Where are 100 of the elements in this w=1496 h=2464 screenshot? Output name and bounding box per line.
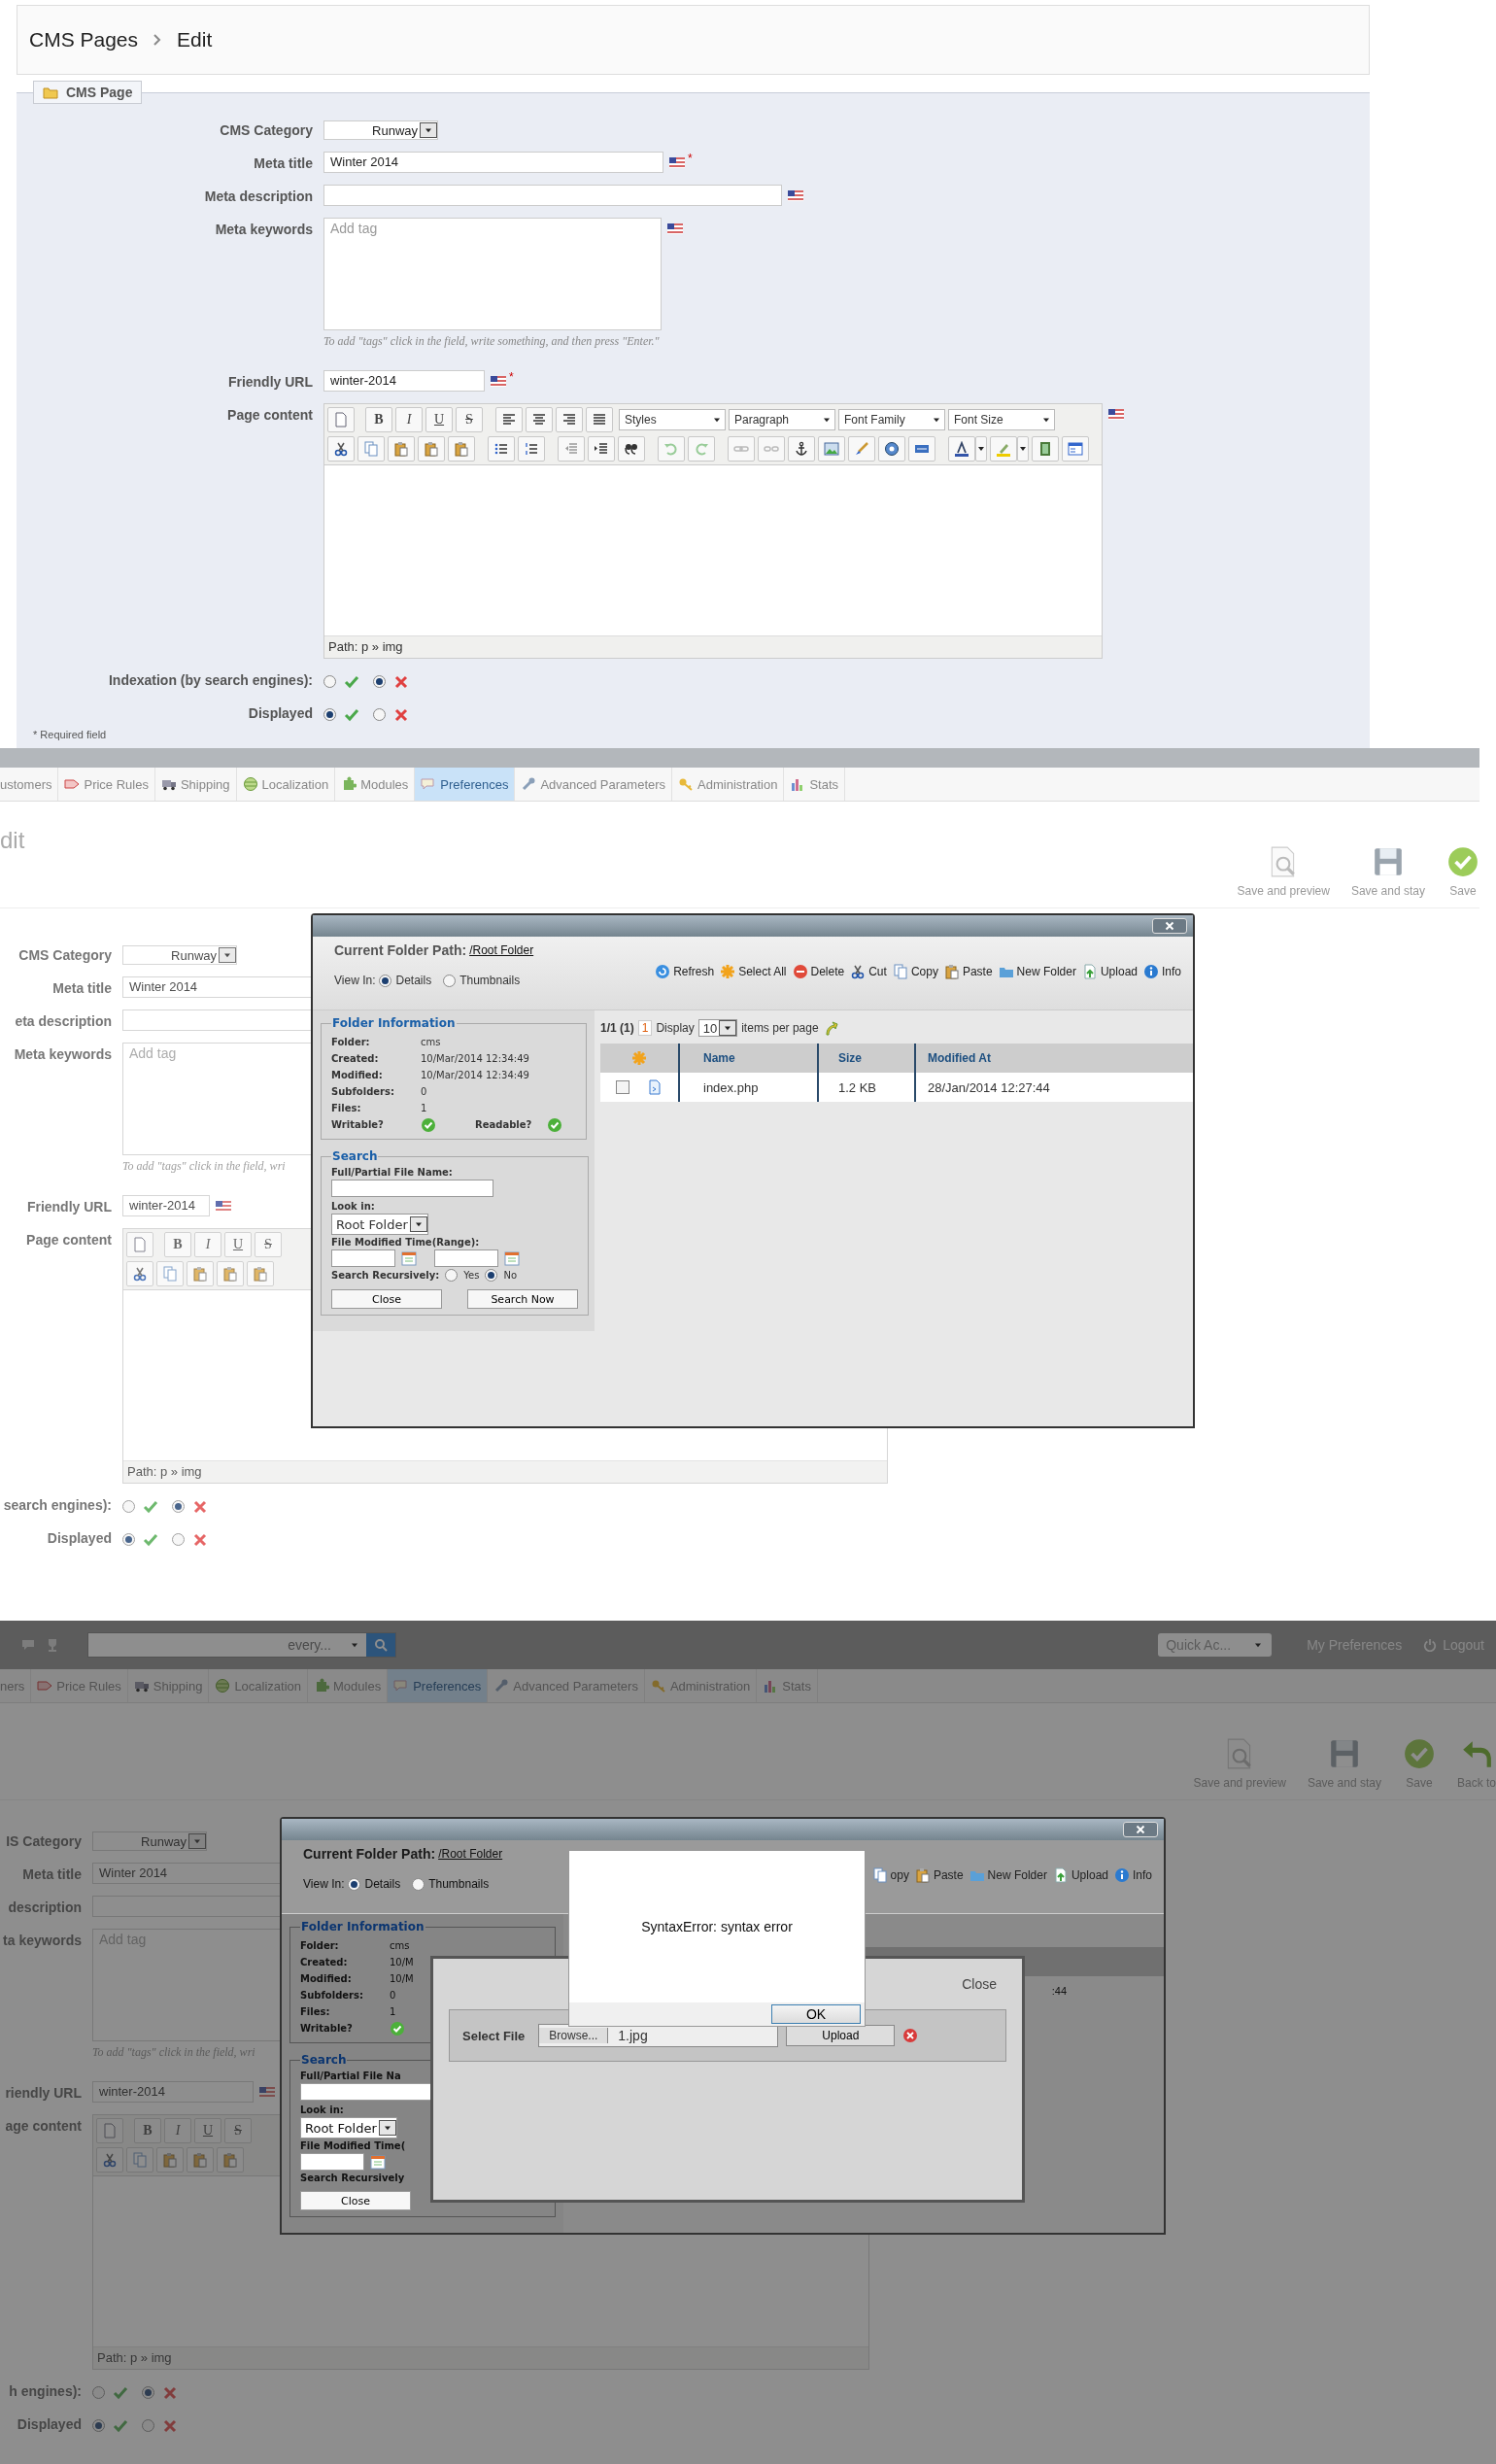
toolbar-button[interactable]: Select All bbox=[720, 964, 787, 979]
scissors-button[interactable] bbox=[327, 436, 355, 462]
italic-button[interactable]: I bbox=[395, 407, 423, 432]
text-field[interactable] bbox=[323, 185, 782, 206]
radio-button[interactable] bbox=[172, 1533, 185, 1546]
strikethrough-button[interactable]: S bbox=[456, 407, 483, 432]
format-select[interactable]: Font Size bbox=[948, 409, 1055, 430]
tags-field[interactable]: Add tag bbox=[323, 218, 662, 330]
per-page-select[interactable]: 10 bbox=[697, 1019, 738, 1037]
format-select[interactable]: Paragraph bbox=[729, 409, 835, 430]
menu-tab[interactable]: Advanced Parameters bbox=[515, 768, 673, 801]
menu-tab[interactable]: Administration bbox=[672, 768, 785, 801]
underline-button[interactable]: U bbox=[425, 407, 453, 432]
search-field[interactable]: every... bbox=[87, 1632, 396, 1658]
new-document-button[interactable] bbox=[96, 2118, 123, 2143]
align-button[interactable] bbox=[495, 407, 523, 432]
date-field[interactable] bbox=[331, 1249, 395, 1267]
menu-tab[interactable]: Stats bbox=[784, 768, 846, 801]
undo-button[interactable] bbox=[658, 436, 685, 462]
radio-button[interactable] bbox=[485, 1269, 498, 1282]
search-scope-select[interactable]: every... bbox=[288, 1637, 366, 1653]
toolbar-button[interactable]: Upload bbox=[1081, 964, 1138, 979]
toolbar-button[interactable]: Cut bbox=[850, 964, 887, 979]
radio-button[interactable] bbox=[122, 1500, 135, 1513]
toolbar-button[interactable]: Info bbox=[1114, 1867, 1152, 1883]
clipboard-button[interactable] bbox=[217, 1261, 244, 1286]
folder-select[interactable]: Root Folder bbox=[331, 1214, 428, 1235]
radio-button[interactable] bbox=[142, 2386, 154, 2399]
toolbar-button[interactable]: New Folder bbox=[998, 964, 1076, 979]
radio-button[interactable] bbox=[92, 2386, 105, 2399]
radio-button[interactable] bbox=[445, 1269, 459, 1282]
indent-button[interactable] bbox=[588, 436, 615, 462]
radio-button[interactable] bbox=[412, 1877, 425, 1891]
radio-button[interactable] bbox=[323, 708, 336, 721]
toolbar-button[interactable]: Save bbox=[1441, 845, 1479, 898]
radio-button[interactable] bbox=[348, 1877, 361, 1891]
clipboard-button[interactable] bbox=[418, 436, 445, 462]
radio-button[interactable] bbox=[443, 974, 457, 987]
upload-button[interactable]: Upload bbox=[786, 2025, 896, 2046]
bold-button[interactable]: B bbox=[365, 407, 392, 432]
radio-button[interactable] bbox=[122, 1533, 135, 1546]
menu-tab[interactable]: Shipping bbox=[154, 768, 237, 801]
date-field[interactable] bbox=[300, 2153, 364, 2171]
radio-button[interactable] bbox=[379, 974, 392, 987]
align-button[interactable] bbox=[526, 407, 553, 432]
align-button[interactable] bbox=[556, 407, 583, 432]
dropdown-button[interactable] bbox=[1017, 436, 1029, 462]
breadcrumb-item[interactable]: CMS Pages bbox=[29, 28, 139, 51]
menu-tab[interactable]: Price Rules bbox=[58, 768, 155, 801]
strikethrough-button[interactable]: S bbox=[255, 1232, 282, 1257]
new-document-button[interactable] bbox=[126, 1232, 153, 1257]
text-field[interactable]: winter-2014 bbox=[323, 370, 485, 392]
folder-path-link[interactable]: /Root Folder bbox=[438, 1847, 503, 1861]
close-button[interactable] bbox=[1123, 1822, 1158, 1837]
toolbar-button[interactable]: Upload bbox=[1052, 1867, 1108, 1883]
redo-button[interactable] bbox=[688, 436, 715, 462]
text-field[interactable]: winter-2014 bbox=[122, 1195, 210, 1216]
toolbar-button[interactable]: Refresh bbox=[655, 964, 715, 979]
clipboard-button[interactable] bbox=[187, 2147, 214, 2173]
clipboard-button[interactable] bbox=[217, 2147, 244, 2173]
scissors-button[interactable] bbox=[96, 2147, 123, 2173]
menu-tab[interactable]: Preferences bbox=[388, 1669, 489, 1702]
toolbar-button[interactable]: opy bbox=[871, 1867, 909, 1883]
toolbar-button[interactable]: Copy bbox=[892, 964, 938, 979]
clipboard-button[interactable] bbox=[448, 436, 475, 462]
radio-button[interactable] bbox=[142, 2419, 154, 2432]
menu-tab[interactable]: ustomers bbox=[0, 768, 59, 801]
list-button[interactable] bbox=[488, 436, 515, 462]
clipboard-button[interactable] bbox=[388, 436, 415, 462]
radio-button[interactable] bbox=[373, 708, 386, 721]
clipboard-button[interactable] bbox=[156, 2147, 184, 2173]
italic-button[interactable]: I bbox=[194, 1232, 221, 1257]
italic-button[interactable]: I bbox=[164, 2118, 191, 2143]
radio-button[interactable] bbox=[92, 2419, 105, 2432]
dialog-button[interactable]: Close bbox=[331, 1289, 442, 1309]
category-select[interactable]: Runway bbox=[122, 945, 237, 965]
format-select[interactable]: Font Family bbox=[838, 409, 945, 430]
film-button[interactable] bbox=[1032, 436, 1059, 462]
clipboard-button[interactable] bbox=[187, 1261, 214, 1286]
anchor-button[interactable] bbox=[788, 436, 815, 462]
radio-button[interactable] bbox=[373, 675, 386, 688]
page-number[interactable]: 1 bbox=[637, 1020, 653, 1036]
folder-select[interactable]: Root Folder bbox=[300, 2117, 397, 2139]
toolbar-button[interactable]: New Folder bbox=[969, 1867, 1047, 1883]
ok-button[interactable]: OK bbox=[771, 2004, 861, 2024]
category-select[interactable]: Runway bbox=[323, 120, 438, 140]
radio-button[interactable] bbox=[323, 675, 336, 688]
bold-button[interactable]: B bbox=[164, 1232, 191, 1257]
menu-tab[interactable]: Preferences bbox=[415, 768, 516, 801]
align-button[interactable] bbox=[586, 407, 613, 432]
strikethrough-button[interactable]: S bbox=[224, 2118, 252, 2143]
browse-button[interactable]: Browse... bbox=[539, 2028, 609, 2043]
dialog-button[interactable]: Search Now bbox=[467, 1289, 578, 1309]
close-link[interactable]: Close bbox=[962, 1976, 997, 1992]
file-name-field[interactable] bbox=[331, 1180, 493, 1197]
bold-button[interactable]: B bbox=[134, 2118, 161, 2143]
search-button[interactable] bbox=[366, 1633, 395, 1657]
date-field[interactable] bbox=[434, 1249, 498, 1267]
toolbar-button[interactable]: Paste bbox=[943, 964, 993, 979]
radio-button[interactable] bbox=[172, 1500, 185, 1513]
